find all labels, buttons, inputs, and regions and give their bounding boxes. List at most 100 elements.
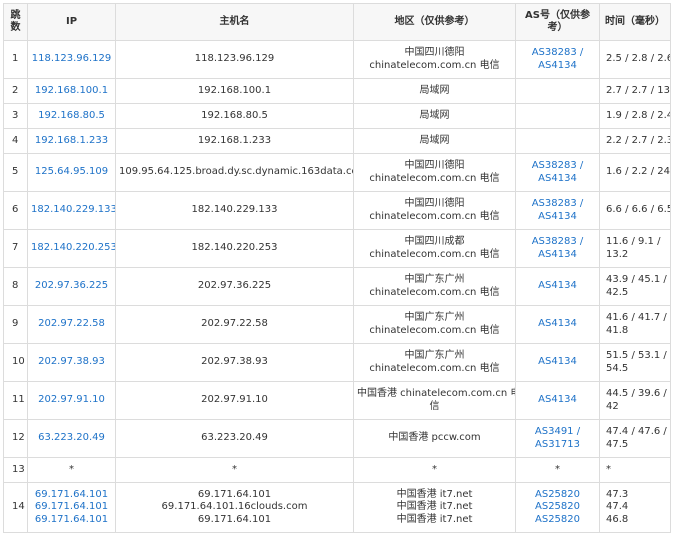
as-cell-line[interactable]: AS38283 /: [519, 236, 596, 249]
region-cell-line: 中国香港 chinatelecom.com.cn 电: [357, 388, 516, 399]
time-cell: 41.6 / 41.7 /41.8: [599, 305, 671, 344]
time-cell-line: 47.5: [606, 438, 629, 450]
host-cell: 192.168.1.233: [115, 128, 354, 154]
as-cell-line[interactable]: AS38283 /: [519, 47, 596, 60]
as-cell-line[interactable]: AS4134: [519, 394, 596, 407]
ip-cell-line[interactable]: 69.171.64.101: [31, 489, 112, 502]
ip-cell-line: *: [69, 463, 74, 475]
ip-cell-line[interactable]: 118.123.96.129: [31, 53, 112, 66]
as-cell-line[interactable]: AS4134: [519, 318, 596, 331]
table-row: 4 192.168.1.233 192.168.1.233 局域网 2.2 / 2.7 …: [3, 128, 671, 154]
time-cell-line: 42: [606, 400, 619, 412]
host-cell-line: 69.171.64.101: [197, 488, 272, 500]
table-row: 13 * * * * *: [3, 457, 671, 483]
ip-cell-line[interactable]: 202.97.38.93: [31, 356, 112, 369]
as-cell: AS38283 /AS4134: [515, 229, 600, 268]
ip-cell-line[interactable]: 69.171.64.101: [31, 501, 112, 514]
region-cell-line: 局域网: [419, 109, 450, 121]
ip-cell-line[interactable]: 202.97.36.225: [31, 280, 112, 293]
ip-cell-line[interactable]: 69.171.64.101: [31, 514, 112, 527]
region-cell: 中国广东广州 chinatelecom.com.cn 电信: [353, 305, 516, 344]
time-cell-line: 46.8: [606, 513, 629, 525]
host-cell-line: 192.168.100.1: [197, 84, 272, 96]
host-cell: 202.97.22.58: [115, 305, 354, 344]
time-cell-line: 2.7 / 2.7 / 13: [606, 84, 670, 96]
as-cell-line[interactable]: AS4134: [519, 280, 596, 293]
table-row: 3 192.168.80.5 192.168.80.5 局域网 1.9 / 2.8 / …: [3, 103, 671, 129]
region-cell: 局域网: [353, 78, 516, 104]
hop-cell: 11: [3, 381, 28, 420]
as-cell-line[interactable]: AS4134: [519, 356, 596, 369]
as-cell-line[interactable]: AS38283 /: [519, 160, 596, 173]
time-cell-line: *: [606, 463, 611, 475]
ip-cell-line[interactable]: 63.223.20.49: [31, 432, 112, 445]
ip-cell-line[interactable]: 202.97.22.58: [31, 318, 112, 331]
as-cell-line[interactable]: AS4134: [519, 173, 596, 186]
header-region: 地区（仅供参考）: [353, 3, 516, 41]
as-cell: AS38283 /AS4134: [515, 153, 600, 192]
region-cell-line: 中国广东广州: [404, 350, 465, 361]
as-cell: AS4134: [515, 305, 600, 344]
as-cell-line[interactable]: AS25820: [519, 501, 596, 514]
table-header-row: 跳数 IP 主机名 地区（仅供参考） AS号（仅供参考） 时间（毫秒）: [3, 3, 671, 41]
hop-cell: 13: [3, 457, 28, 483]
ip-cell-line[interactable]: 202.97.91.10: [31, 394, 112, 407]
as-cell-line[interactable]: AS4134: [519, 249, 596, 262]
as-cell-line[interactable]: AS25820: [519, 514, 596, 527]
ip-cell-line[interactable]: 182.140.229.133: [31, 204, 115, 217]
as-cell-line[interactable]: AS3491 /: [519, 426, 596, 439]
time-cell-line: 41.6 / 41.7 /: [606, 312, 667, 323]
ip-cell-line[interactable]: 192.168.1.233: [31, 135, 112, 148]
ip-cell-line[interactable]: 182.140.220.253: [31, 242, 115, 255]
hop-cell: 1: [3, 40, 28, 79]
region-cell: 中国四川德阳 chinatelecom.com.cn 电信: [353, 191, 516, 230]
as-cell-line[interactable]: AS31713: [519, 439, 596, 452]
host-cell-line: 202.97.36.225: [197, 280, 272, 292]
as-cell-line[interactable]: AS25820: [519, 489, 596, 502]
region-cell: *: [353, 457, 516, 483]
time-cell-line: 1.6 / 2.2 / 24: [606, 166, 670, 178]
time-cell-line: 54.5: [606, 362, 629, 374]
table-body: 1 118.123.96.129 118.123.96.129 中国四川德阳 china…: [3, 40, 671, 533]
region-cell: 中国香港 chinatelecom.com.cn 电信: [353, 381, 516, 420]
ip-cell: 182.140.229.133: [27, 191, 116, 230]
ip-cell: 192.168.1.233: [27, 128, 116, 154]
host-cell: 192.168.100.1: [115, 78, 354, 104]
header-time: 时间（毫秒）: [599, 3, 671, 41]
as-cell-line[interactable]: AS4134: [519, 211, 596, 224]
region-cell-line: chinatelecom.com.cn 电信: [369, 286, 500, 298]
time-cell-line: 51.5 / 53.1 /: [606, 350, 667, 361]
ip-cell-line[interactable]: 192.168.80.5: [31, 110, 112, 123]
region-cell: 中国四川德阳 chinatelecom.com.cn 电信: [353, 40, 516, 79]
time-cell: 1.9 / 2.8 / 2.4: [599, 103, 671, 129]
hop-cell: 8: [3, 267, 28, 306]
ip-cell-line[interactable]: 192.168.100.1: [31, 85, 112, 98]
hop-cell: 5: [3, 153, 28, 192]
as-cell-line[interactable]: AS38283 /: [519, 198, 596, 211]
host-cell-line: 192.168.80.5: [201, 109, 268, 121]
region-cell-line: 中国四川成都: [404, 236, 465, 247]
as-cell-line[interactable]: AS4134: [519, 60, 596, 73]
region-cell-line: chinatelecom.com.cn 电信: [369, 59, 500, 71]
time-cell-line: 11.6 / 9.1 /: [606, 236, 661, 247]
time-cell-line: 13.2: [606, 248, 629, 260]
as-cell: *: [515, 457, 600, 483]
region-cell-line: chinatelecom.com.cn 电信: [369, 210, 500, 222]
region-cell-line: 信: [429, 400, 440, 412]
region-cell-line: 中国四川德阳: [404, 198, 465, 209]
ip-cell-line[interactable]: 125.64.95.109: [31, 166, 112, 179]
time-cell: 47.4 / 47.6 /47.5: [599, 419, 671, 458]
ip-cell: 202.97.36.225: [27, 267, 116, 306]
header-hop: 跳数: [3, 3, 28, 41]
region-cell-line: 中国广东广州: [404, 312, 465, 323]
time-cell: 47.3 47.4 46.8: [599, 482, 671, 533]
ip-cell: *: [27, 457, 116, 483]
region-cell-line: chinatelecom.com.cn 电信: [369, 172, 500, 184]
ip-cell: 118.123.96.129: [27, 40, 116, 79]
ip-cell: 202.97.91.10: [27, 381, 116, 420]
region-cell-line: 中国香港 it7.net: [396, 501, 473, 513]
hop-cell: 10: [3, 343, 28, 382]
host-cell-line: 109.95.64.125.broad.dy.sc.dynamic.163dat…: [119, 166, 353, 178]
ip-cell: 192.168.80.5: [27, 103, 116, 129]
host-cell: 202.97.38.93: [115, 343, 354, 382]
